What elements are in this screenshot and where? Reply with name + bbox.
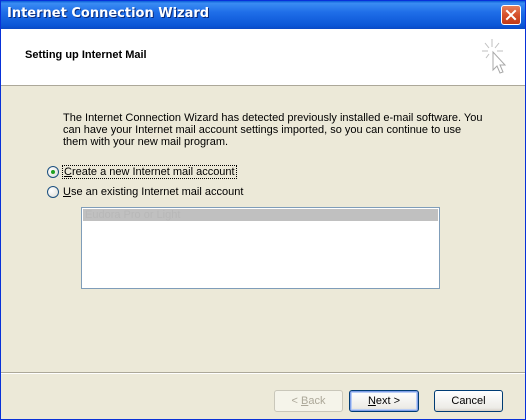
close-icon [505,9,517,21]
existing-accounts-list[interactable]: Eudora Pro or Light [81,207,440,289]
wizard-sparkle-cursor-icon [482,39,507,74]
wizard-header: Setting up Internet Mail [1,29,525,86]
radio-use-existing-account[interactable]: Use an existing Internet mail account [47,184,243,200]
radio-label-use-existing: Use an existing Internet mail account [63,186,244,198]
radio-create-new-account[interactable]: Create a new Internet mail account [47,164,237,180]
radio-label-create-new: Create a new Internet mail account [62,165,237,179]
window-title: Internet Connection Wizard [7,6,210,21]
next-button[interactable]: Next > [349,390,419,412]
list-item[interactable]: Eudora Pro or Light [83,209,438,221]
wizard-window: Internet Connection Wizard Setting up In… [0,0,526,420]
radio-button-unchecked[interactable] [47,186,59,198]
intro-text: The Internet Connection Wizard has detec… [63,112,483,148]
footer-divider [1,372,525,374]
close-button[interactable] [501,5,521,25]
back-button[interactable]: < Back [274,390,343,412]
radio-button-checked[interactable] [47,166,59,178]
title-bar[interactable]: Internet Connection Wizard [1,1,525,29]
page-title: Setting up Internet Mail [25,49,147,61]
cancel-button[interactable]: Cancel [434,390,503,412]
